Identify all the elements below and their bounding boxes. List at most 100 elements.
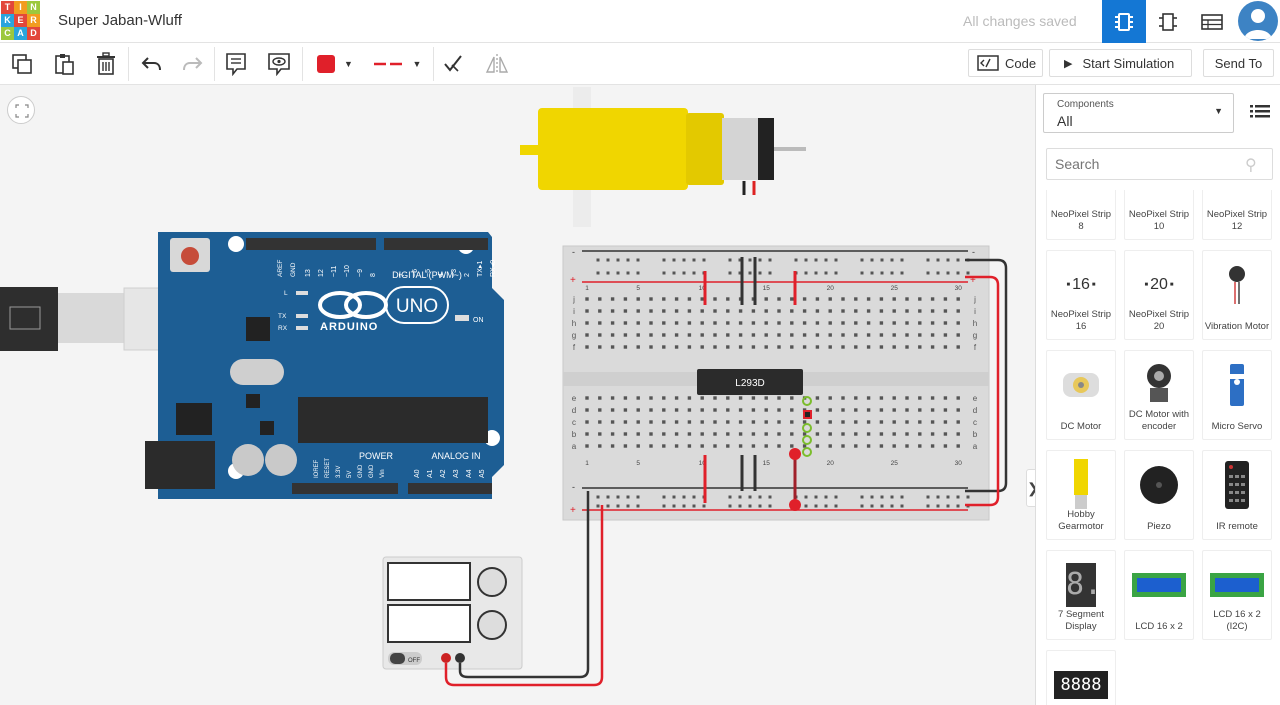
breadboard-hole[interactable] (930, 408, 935, 412)
breadboard-hole[interactable] (918, 321, 922, 325)
rail-hole[interactable] (738, 504, 742, 508)
breadboard-hole[interactable] (713, 420, 717, 424)
breadboard-hole[interactable] (815, 309, 820, 313)
breadboard-hole[interactable] (854, 432, 858, 436)
rail-hole[interactable] (616, 271, 620, 275)
breadboard-hole[interactable] (905, 444, 909, 448)
breadboard-hole[interactable] (790, 408, 794, 412)
power-supply[interactable]: OFF (382, 556, 523, 670)
breadboard-hole[interactable] (713, 309, 717, 313)
rail-hole[interactable] (682, 495, 686, 499)
rail-hole[interactable] (626, 271, 630, 275)
rail-hole[interactable] (662, 495, 666, 499)
breadboard-hole[interactable] (905, 408, 909, 412)
breadboard-hole[interactable] (751, 432, 756, 436)
breadboard-hole[interactable] (764, 309, 768, 313)
breadboard-hole[interactable] (777, 420, 781, 424)
rail-hole[interactable] (748, 495, 752, 499)
breadboard-hole[interactable] (700, 396, 704, 400)
breadboard-hole[interactable] (790, 444, 794, 448)
rail-hole[interactable] (596, 504, 600, 508)
rail-hole[interactable] (596, 271, 600, 275)
breadboard-hole[interactable] (866, 432, 871, 436)
rail-hole[interactable] (692, 258, 696, 262)
breadboard-hole[interactable] (918, 309, 922, 313)
rail-hole[interactable] (834, 495, 838, 499)
breadboard-hole[interactable] (623, 309, 628, 313)
breadboard-hole[interactable] (726, 408, 730, 412)
breadboard-hole[interactable] (713, 297, 717, 301)
breadboard-hole[interactable] (879, 396, 884, 400)
breadboard-hole[interactable] (854, 321, 858, 325)
breadboard-hole[interactable] (777, 345, 781, 349)
breadboard-hole[interactable] (866, 420, 871, 424)
breadboard-hole[interactable] (854, 444, 858, 448)
note-button[interactable] (222, 49, 250, 79)
breadboard-hole[interactable] (738, 408, 743, 412)
breadboard-hole[interactable] (905, 420, 909, 424)
breadboard-hole[interactable] (610, 321, 615, 325)
breadboard-hole[interactable] (815, 333, 820, 337)
rail-hole[interactable] (926, 504, 930, 508)
breadboard-hole[interactable] (956, 408, 960, 412)
rail-hole[interactable] (748, 258, 752, 262)
rail-hole[interactable] (758, 495, 762, 499)
breadboard-hole[interactable] (956, 444, 960, 448)
component-tile[interactable]: NeoPixel Strip 8 (1046, 190, 1116, 240)
rail-hole[interactable] (966, 495, 970, 499)
breadboard-hole[interactable] (841, 432, 845, 436)
breadboard-hole[interactable] (828, 444, 832, 448)
list-view-button[interactable] (1250, 103, 1272, 121)
breadboard-hole[interactable] (777, 444, 781, 448)
breadboard-hole[interactable] (598, 420, 602, 424)
breadboard-hole[interactable] (815, 432, 820, 436)
rail-hole[interactable] (728, 271, 732, 275)
breadboard-hole[interactable] (790, 396, 794, 400)
breadboard-hole[interactable] (726, 321, 730, 325)
rail-hole[interactable] (682, 504, 686, 508)
component-search-input[interactable] (1046, 148, 1273, 180)
breadboard-hole[interactable] (662, 321, 666, 325)
breadboard-hole[interactable] (687, 345, 692, 349)
breadboard-hole[interactable] (636, 297, 640, 301)
breadboard-hole[interactable] (610, 408, 615, 412)
breadboard-hole[interactable] (815, 420, 820, 424)
breadboard-hole[interactable] (751, 345, 756, 349)
breadboard-hole[interactable] (687, 420, 692, 424)
breadboard-hole[interactable] (841, 345, 845, 349)
breadboard-hole[interactable] (598, 297, 602, 301)
breadboard-hole[interactable] (943, 309, 948, 313)
breadboard-hole[interactable] (636, 345, 640, 349)
breadboard-hole[interactable] (828, 408, 832, 412)
breadboard-hole[interactable] (585, 432, 589, 436)
rail-hole[interactable] (824, 495, 828, 499)
breadboard-hole[interactable] (674, 420, 679, 424)
breadboard-hole[interactable] (623, 432, 628, 436)
breadboard-hole[interactable] (687, 297, 692, 301)
rail-hole[interactable] (692, 495, 696, 499)
breadboard-hole[interactable] (866, 408, 871, 412)
breadboard-hole[interactable] (815, 408, 820, 412)
breadboard-hole[interactable] (649, 321, 653, 325)
breadboard-hole[interactable] (892, 321, 896, 325)
breadboard-hole[interactable] (610, 444, 615, 448)
breadboard-hole[interactable] (879, 345, 884, 349)
breadboard-hole[interactable] (841, 444, 845, 448)
circuit-view-button[interactable] (1102, 0, 1146, 43)
breadboard-hole[interactable] (930, 321, 935, 325)
rail-hole[interactable] (758, 271, 762, 275)
rail-hole[interactable] (946, 504, 950, 508)
breadboard-hole[interactable] (610, 309, 615, 313)
breadboard-hole[interactable] (905, 432, 909, 436)
breadboard-hole[interactable] (751, 321, 756, 325)
breadboard-hole[interactable] (956, 321, 960, 325)
breadboard-hole[interactable] (623, 345, 628, 349)
breadboard-hole[interactable] (930, 309, 935, 313)
rail-hole[interactable] (606, 495, 610, 499)
breadboard-hole[interactable] (636, 432, 640, 436)
component-tile[interactable]: 8888 (1046, 650, 1116, 705)
breadboard-hole[interactable] (585, 408, 589, 412)
rail-hole[interactable] (804, 258, 808, 262)
breadboard-hole[interactable] (662, 345, 666, 349)
breadboard-hole[interactable] (662, 432, 666, 436)
